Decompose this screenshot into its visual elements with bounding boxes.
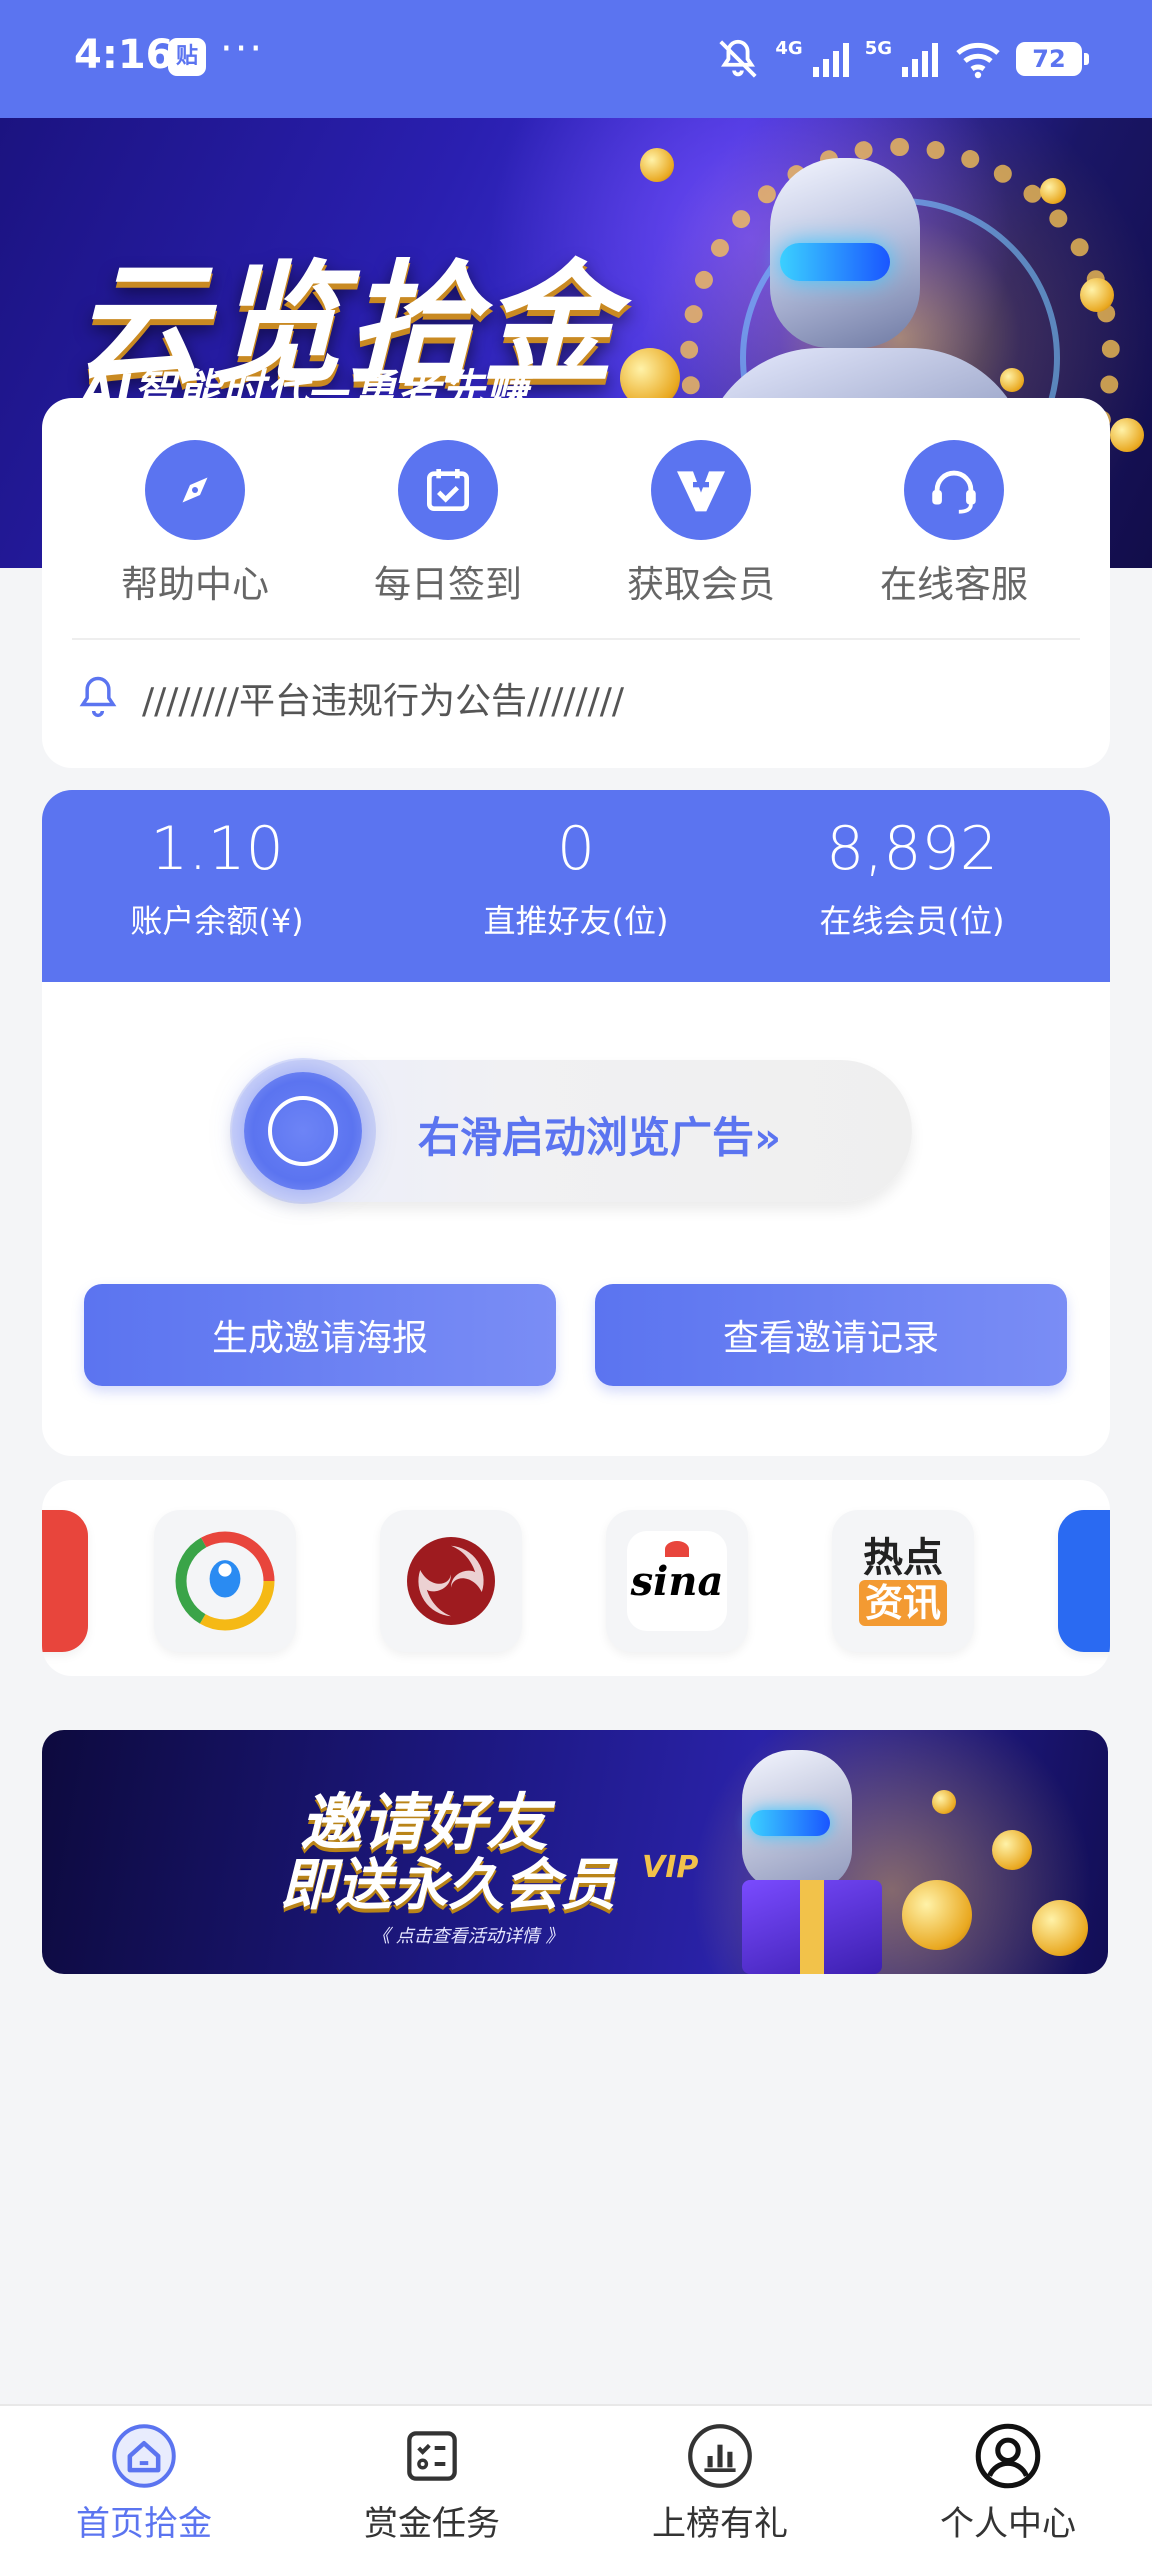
slider-handle[interactable]: [244, 1072, 362, 1190]
gold-coin-decoration: [1032, 1900, 1088, 1956]
ranking-chart-icon: [684, 2420, 756, 2492]
view-invite-records-button[interactable]: 查看邀请记录: [595, 1284, 1067, 1386]
nav-bounty-tasks-label: 赏金任务: [364, 2504, 500, 2544]
signal-icon: [902, 43, 938, 77]
gold-coin-decoration: [1110, 418, 1144, 452]
help-center-button[interactable]: 帮助中心: [95, 440, 295, 608]
status-indicators: 4G 5G 72: [715, 34, 1089, 84]
phoenix-news-app-tile[interactable]: [380, 1510, 522, 1652]
nav-leaderboard-label: 上榜有礼: [652, 2504, 788, 2544]
bottom-navigation: 首页拾金 赏金任务 上榜有礼 个人中心: [0, 2404, 1152, 2560]
compass-icon: [145, 440, 245, 540]
gold-coin-decoration: [932, 1790, 956, 1814]
sina-logo-icon: sina: [627, 1531, 727, 1631]
user-icon: [972, 2420, 1044, 2492]
slider-handle-ring: [268, 1096, 338, 1166]
partial-blue-app-tile[interactable]: [1058, 1510, 1110, 1652]
wifi-icon: [956, 42, 1000, 79]
gift-box-icon: [742, 1880, 882, 1974]
online-support-label: 在线客服: [880, 563, 1028, 606]
nav-profile[interactable]: 个人中心: [864, 2420, 1152, 2545]
robot-visor: [750, 1810, 830, 1836]
battery-icon: 72: [1016, 42, 1089, 76]
invite-banner-caption: 《 点击查看活动详情 》: [372, 1926, 564, 1947]
tencent-news-logo-icon: [175, 1531, 275, 1631]
nav-bounty-tasks[interactable]: 赏金任务: [288, 2420, 576, 2545]
online-members-label: 在线会员(位): [819, 902, 1005, 940]
nav-home[interactable]: 首页拾金: [0, 2420, 288, 2545]
get-vip-label: 获取会员: [627, 563, 775, 606]
hot-news-app-tile[interactable]: 热点 资讯: [832, 1510, 974, 1652]
swipe-to-start-slider[interactable]: 右滑启动浏览广告»: [232, 1060, 912, 1202]
online-members-value: 8,892: [826, 814, 998, 884]
nav-leaderboard[interactable]: 上榜有礼: [576, 2420, 864, 2545]
hot-news-label-top: 热点: [863, 1535, 943, 1581]
gold-coin-decoration: [640, 148, 674, 182]
get-vip-button[interactable]: 获取会员: [601, 440, 801, 608]
help-center-label: 帮助中心: [121, 563, 269, 606]
gold-coin-decoration: [1000, 368, 1024, 392]
online-support-button[interactable]: 在线客服: [854, 440, 1054, 608]
network-5g-label: 5G: [864, 37, 892, 59]
network-4g-label: 4G: [775, 37, 803, 59]
app-notification-icon: 贴: [168, 38, 206, 76]
quick-menu-card: 帮助中心 每日签到 获取会员 在线客服 ////////平台违规行为公告////…: [42, 398, 1110, 768]
invite-banner-subtitle: 即送永久会员: [280, 1853, 616, 1918]
headset-icon: [904, 440, 1004, 540]
announcement-text: ////////平台违规行为公告////////: [142, 681, 625, 722]
stat-online-members: 8,892 在线会员(位): [742, 814, 1082, 942]
nav-home-label: 首页拾金: [76, 2504, 212, 2544]
gold-coin-decoration: [1080, 278, 1114, 312]
sina-app-tile[interactable]: sina: [606, 1510, 748, 1652]
robot-visor: [780, 243, 890, 281]
account-stats: 1.10 账户余额(¥) 0 直推好友(位) 8,892 在线会员(位): [42, 790, 1110, 982]
sina-logo-text: sina: [630, 1557, 724, 1605]
nav-profile-label: 个人中心: [940, 2504, 1076, 2544]
slider-label: 右滑启动浏览广告»: [418, 1113, 782, 1162]
hot-news-label-bottom: 资讯: [858, 1580, 947, 1626]
action-panel: 右滑启动浏览广告» 生成邀请海报 查看邀请记录: [42, 982, 1110, 1456]
invite-friends-banner[interactable]: VIP 邀请好友 即送永久会员 《 点击查看活动详情 》: [42, 1730, 1108, 1974]
announcement-bar[interactable]: ////////平台违规行为公告////////: [72, 668, 1080, 728]
status-time: 4:16: [74, 32, 174, 78]
stat-balance: 1.10 账户余额(¥): [47, 814, 387, 942]
gold-coin-decoration: [902, 1880, 972, 1950]
bell-icon: [79, 676, 117, 718]
partner-apps-carousel: sina 热点 资讯: [42, 1480, 1110, 1676]
tencent-news-app-tile[interactable]: [154, 1510, 296, 1652]
direct-friends-label: 直推好友(位): [483, 902, 669, 940]
mute-icon: [719, 39, 757, 78]
direct-friends-value: 0: [556, 814, 596, 884]
partial-red-app-tile[interactable]: [42, 1510, 88, 1652]
divider: [72, 638, 1080, 640]
home-icon: [108, 2420, 180, 2492]
calendar-check-icon: [398, 440, 498, 540]
status-bar: 4:16 贴 ··· 4G 5G 72: [0, 0, 1152, 118]
vip-v-icon: [651, 440, 751, 540]
generate-poster-button[interactable]: 生成邀请海报: [84, 1284, 556, 1386]
vip-crown-badge: VIP: [642, 1850, 699, 1885]
gold-coin-decoration: [992, 1830, 1032, 1870]
balance-label: 账户余额(¥): [130, 902, 304, 940]
balance-value: 1.10: [150, 814, 284, 884]
signal-icon: [812, 43, 849, 77]
more-notifications-icon: ···: [220, 26, 265, 72]
daily-checkin-label: 每日签到: [374, 563, 522, 606]
task-list-icon: [396, 2420, 468, 2492]
stat-direct-friends: 0 直推好友(位): [406, 814, 746, 942]
daily-checkin-button[interactable]: 每日签到: [348, 440, 548, 608]
phoenix-logo-icon: [407, 1537, 495, 1625]
gold-coin-decoration: [1040, 178, 1066, 204]
